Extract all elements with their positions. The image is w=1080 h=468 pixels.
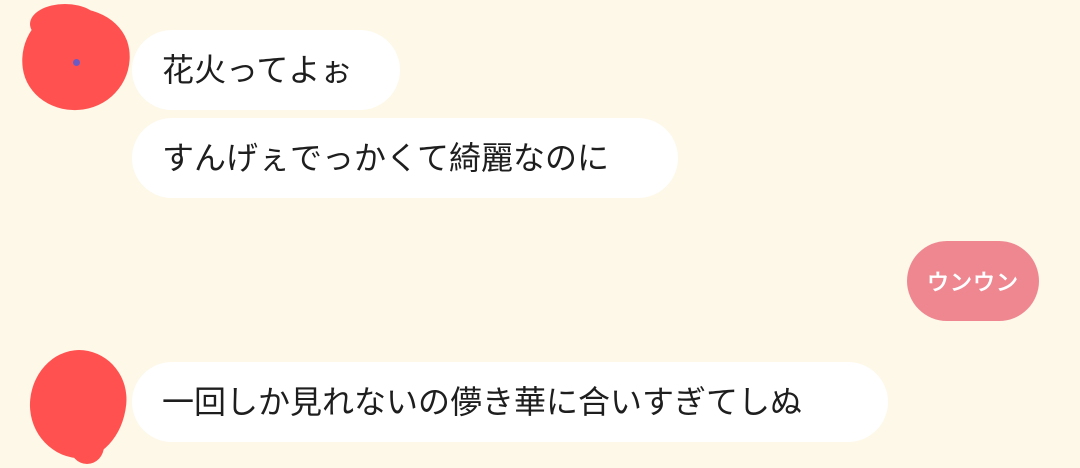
avatar-redaction-mark — [30, 4, 100, 44]
message-bubble[interactable]: すんげぇでっかくて綺麗なのに — [132, 118, 678, 198]
avatar-detail — [73, 59, 80, 66]
my-message-bubble[interactable]: ウンウン — [907, 241, 1039, 321]
avatar-redaction-mark — [70, 428, 104, 464]
message-bubble[interactable]: 花火ってよぉ — [132, 30, 400, 110]
message-bubble[interactable]: 一回しか見れないの儚き華に合いすぎてしぬ — [132, 362, 888, 442]
